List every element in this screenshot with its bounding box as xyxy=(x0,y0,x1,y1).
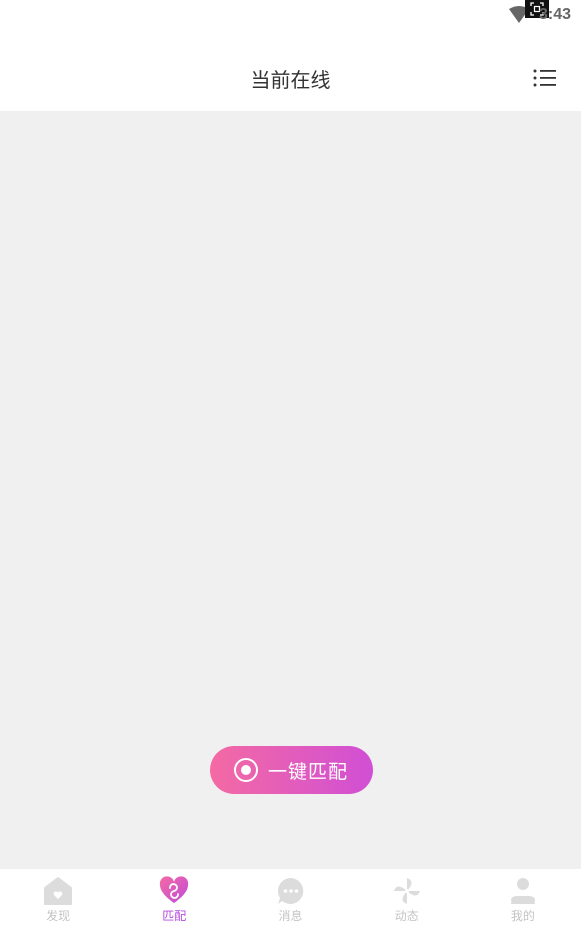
page-title: 当前在线 xyxy=(250,68,331,92)
chat-bubble-icon xyxy=(276,876,306,906)
tab-match[interactable]: 匹配 xyxy=(116,869,232,930)
tab-discover[interactable]: 发现 xyxy=(0,869,116,930)
tab-moments[interactable]: 动态 xyxy=(349,869,465,930)
bottom-tab-bar: 发现 匹配 消息 动态 我的 xyxy=(0,869,581,930)
person-icon xyxy=(508,876,538,906)
home-heart-icon xyxy=(43,876,73,906)
tab-label: 我的 xyxy=(510,909,535,923)
tab-label: 动态 xyxy=(394,909,419,923)
target-icon xyxy=(233,757,259,783)
tab-label: 匹配 xyxy=(162,909,187,923)
match-button-label: 一键匹配 xyxy=(268,760,349,783)
heart-match-icon xyxy=(159,876,189,906)
top-header: 当前在线 xyxy=(0,34,581,111)
list-menu-icon xyxy=(533,69,556,87)
list-menu-button[interactable] xyxy=(532,68,558,88)
tab-messages[interactable]: 消息 xyxy=(232,869,348,930)
tab-label: 消息 xyxy=(278,909,303,923)
tab-profile[interactable]: 我的 xyxy=(465,869,581,930)
status-time: 3:43 xyxy=(538,6,571,23)
status-bar: 3:43 xyxy=(0,0,581,34)
pinwheel-icon xyxy=(392,876,422,906)
tab-label: 发现 xyxy=(46,909,71,923)
one-click-match-button[interactable]: 一键匹配 xyxy=(210,746,373,794)
